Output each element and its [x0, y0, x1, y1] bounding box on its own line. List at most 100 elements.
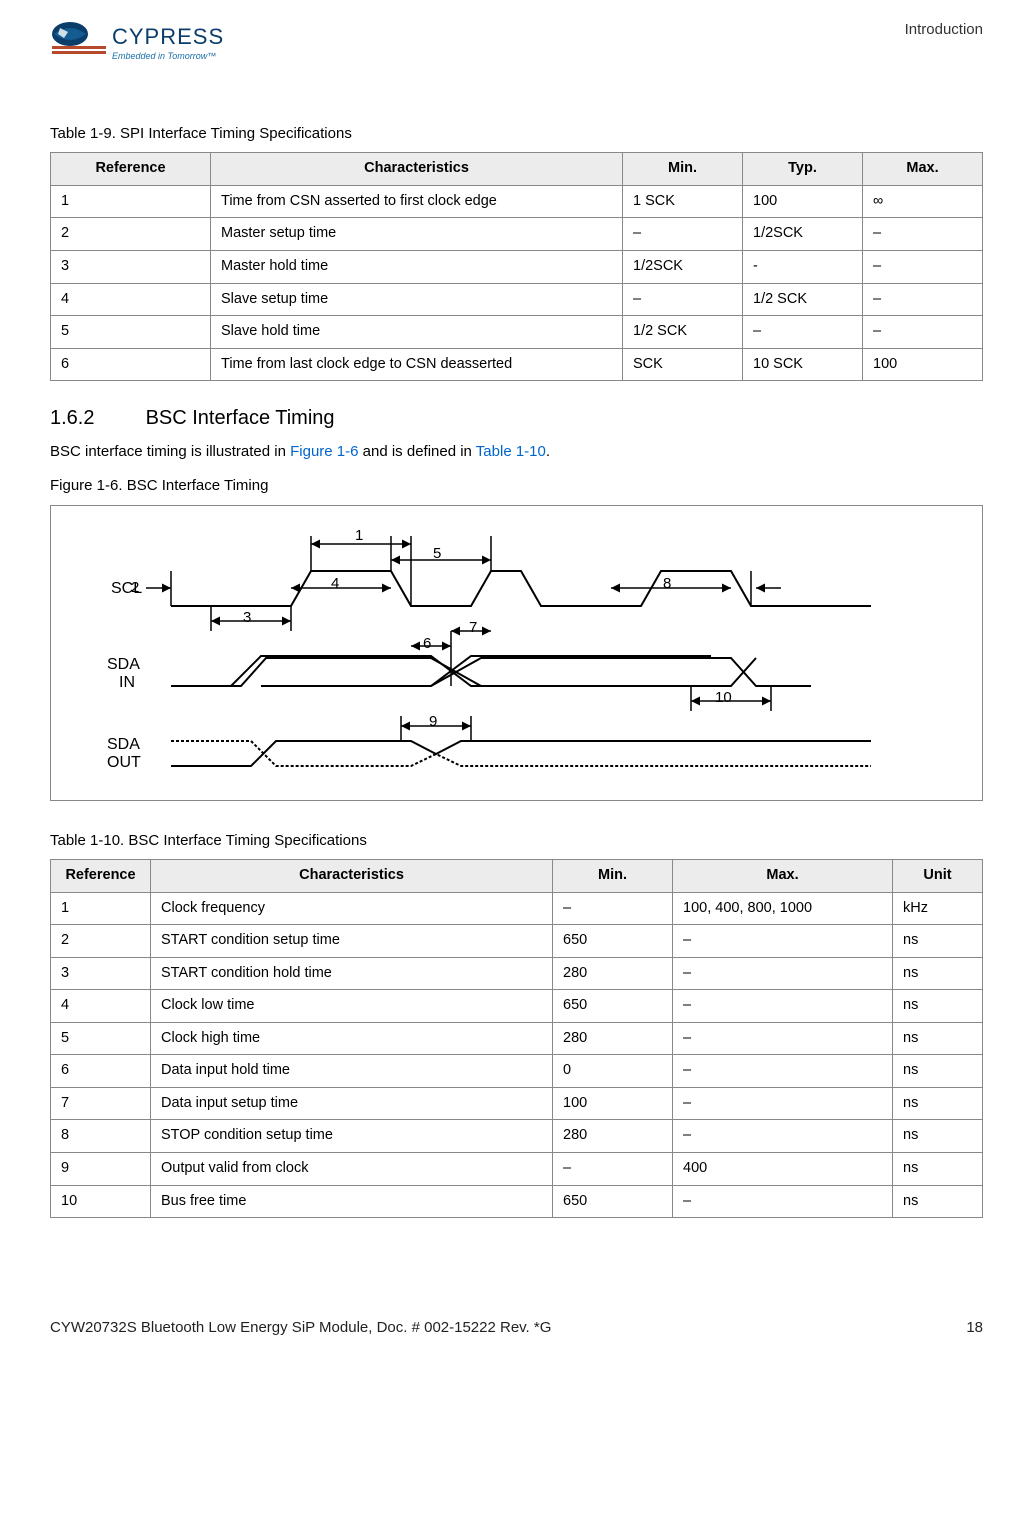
table-cell: – [863, 218, 983, 251]
table-cell: Clock frequency [151, 892, 553, 925]
table-cell: Master setup time [211, 218, 623, 251]
section-title: Introduction [905, 20, 983, 40]
table-cell: – [673, 1120, 893, 1153]
table-cell: – [673, 925, 893, 958]
table-cell: ∞ [863, 185, 983, 218]
table-cell: – [673, 957, 893, 990]
table-cell: ns [893, 1185, 983, 1218]
table-cell: ns [893, 1153, 983, 1186]
table-cell: 650 [553, 925, 673, 958]
table-row: 2START condition setup time650–ns [51, 925, 983, 958]
brand-tagline: Embedded in Tomorrow™ [112, 50, 224, 62]
table-cell: – [623, 283, 743, 316]
table-cell: 1/2 SCK [743, 283, 863, 316]
intro-pre: BSC interface timing is illustrated in [50, 443, 290, 460]
table-cell: 1/2 SCK [623, 316, 743, 349]
figure-1-6-caption: Figure 1-6. BSC Interface Timing [50, 476, 983, 496]
table-cell: 4 [51, 283, 211, 316]
table-cell: 10 SCK [743, 348, 863, 381]
th-typ: Typ. [743, 153, 863, 186]
brand-logo: CYPRESS Embedded in Tomorrow™ [50, 20, 224, 64]
table-cell: ns [893, 1087, 983, 1120]
table-cell: Time from last clock edge to CSN deasser… [211, 348, 623, 381]
marker-2: 2 [131, 578, 139, 598]
marker-4: 4 [331, 574, 339, 594]
table-cell: Time from CSN asserted to first clock ed… [211, 185, 623, 218]
subsection-number: 1.6.2 [50, 405, 140, 432]
table-cell: SCK [623, 348, 743, 381]
brand-name: CYPRESS [112, 22, 224, 52]
table-cell: Bus free time [151, 1185, 553, 1218]
table-row: 9Output valid from clock–400ns [51, 1153, 983, 1186]
table-cell: 1/2SCK [623, 250, 743, 283]
marker-1: 1 [355, 526, 363, 546]
table-1-9-caption: Table 1-9. SPI Interface Timing Specific… [50, 124, 983, 144]
table-row: 6Time from last clock edge to CSN deasse… [51, 348, 983, 381]
table-cell: 2 [51, 925, 151, 958]
figure-1-6-link[interactable]: Figure 1-6 [290, 443, 358, 460]
table-cell: 0 [553, 1055, 673, 1088]
table-cell: 100 [553, 1087, 673, 1120]
table-cell: – [743, 316, 863, 349]
table-cell: – [863, 250, 983, 283]
th-max: Max. [863, 153, 983, 186]
footer-page: 18 [966, 1318, 983, 1338]
table-cell: 650 [553, 990, 673, 1023]
table-row: 5Clock high time280–ns [51, 1022, 983, 1055]
timing-diagram: SCL SDA IN SDA OUT 1 2 3 4 5 6 7 8 9 10 [71, 526, 962, 786]
table-cell: 100 [743, 185, 863, 218]
marker-7: 7 [469, 618, 477, 638]
table-cell: 7 [51, 1087, 151, 1120]
table-1-10-caption: Table 1-10. BSC Interface Timing Specifi… [50, 831, 983, 851]
table-cell: – [673, 1185, 893, 1218]
table-cell: 100 [863, 348, 983, 381]
table-cell: ns [893, 957, 983, 990]
table-cell: 1 [51, 185, 211, 218]
marker-3: 3 [243, 608, 251, 628]
th-characteristics: Characteristics [151, 859, 553, 892]
table-cell: Slave setup time [211, 283, 623, 316]
intro-post: . [546, 443, 550, 460]
marker-6: 6 [423, 634, 431, 654]
page-footer: CYW20732S Bluetooth Low Energy SiP Modul… [50, 1318, 983, 1338]
table-cell: 1/2SCK [743, 218, 863, 251]
table-cell: – [863, 316, 983, 349]
table-cell: 9 [51, 1153, 151, 1186]
footer-doc: CYW20732S Bluetooth Low Energy SiP Modul… [50, 1318, 551, 1338]
table-row: 4Slave setup time–1/2 SCK– [51, 283, 983, 316]
table-cell: – [553, 1153, 673, 1186]
table-cell: 8 [51, 1120, 151, 1153]
table-cell: Master hold time [211, 250, 623, 283]
table-row: 7Data input setup time100–ns [51, 1087, 983, 1120]
table-row: 6Data input hold time0–ns [51, 1055, 983, 1088]
table-cell: STOP condition setup time [151, 1120, 553, 1153]
subsection-title: BSC Interface Timing [146, 407, 335, 429]
table-cell: 4 [51, 990, 151, 1023]
table-row: 3START condition hold time280–ns [51, 957, 983, 990]
table-cell: ns [893, 1120, 983, 1153]
table-cell: ns [893, 1055, 983, 1088]
th-characteristics: Characteristics [211, 153, 623, 186]
sda-in-label-2: IN [119, 672, 135, 694]
th-max: Max. [673, 859, 893, 892]
table-cell: - [743, 250, 863, 283]
th-min: Min. [553, 859, 673, 892]
table-cell: Data input hold time [151, 1055, 553, 1088]
table-cell: 3 [51, 250, 211, 283]
table-header-row: Reference Characteristics Min. Typ. Max. [51, 153, 983, 186]
table-cell: Data input setup time [151, 1087, 553, 1120]
table-1-10-link[interactable]: Table 1-10 [476, 443, 546, 460]
marker-9: 9 [429, 712, 437, 732]
table-cell: – [863, 283, 983, 316]
table-row: 4Clock low time650–ns [51, 990, 983, 1023]
figure-1-6: SCL SDA IN SDA OUT 1 2 3 4 5 6 7 8 9 10 [50, 505, 983, 801]
sda-out-label-2: OUT [107, 752, 141, 774]
table-row: 10Bus free time650–ns [51, 1185, 983, 1218]
table-cell: 280 [553, 957, 673, 990]
th-min: Min. [623, 153, 743, 186]
table-cell: 2 [51, 218, 211, 251]
table-cell: 10 [51, 1185, 151, 1218]
table-cell: ns [893, 925, 983, 958]
table-row: 5Slave hold time1/2 SCK–– [51, 316, 983, 349]
table-cell: – [673, 1022, 893, 1055]
